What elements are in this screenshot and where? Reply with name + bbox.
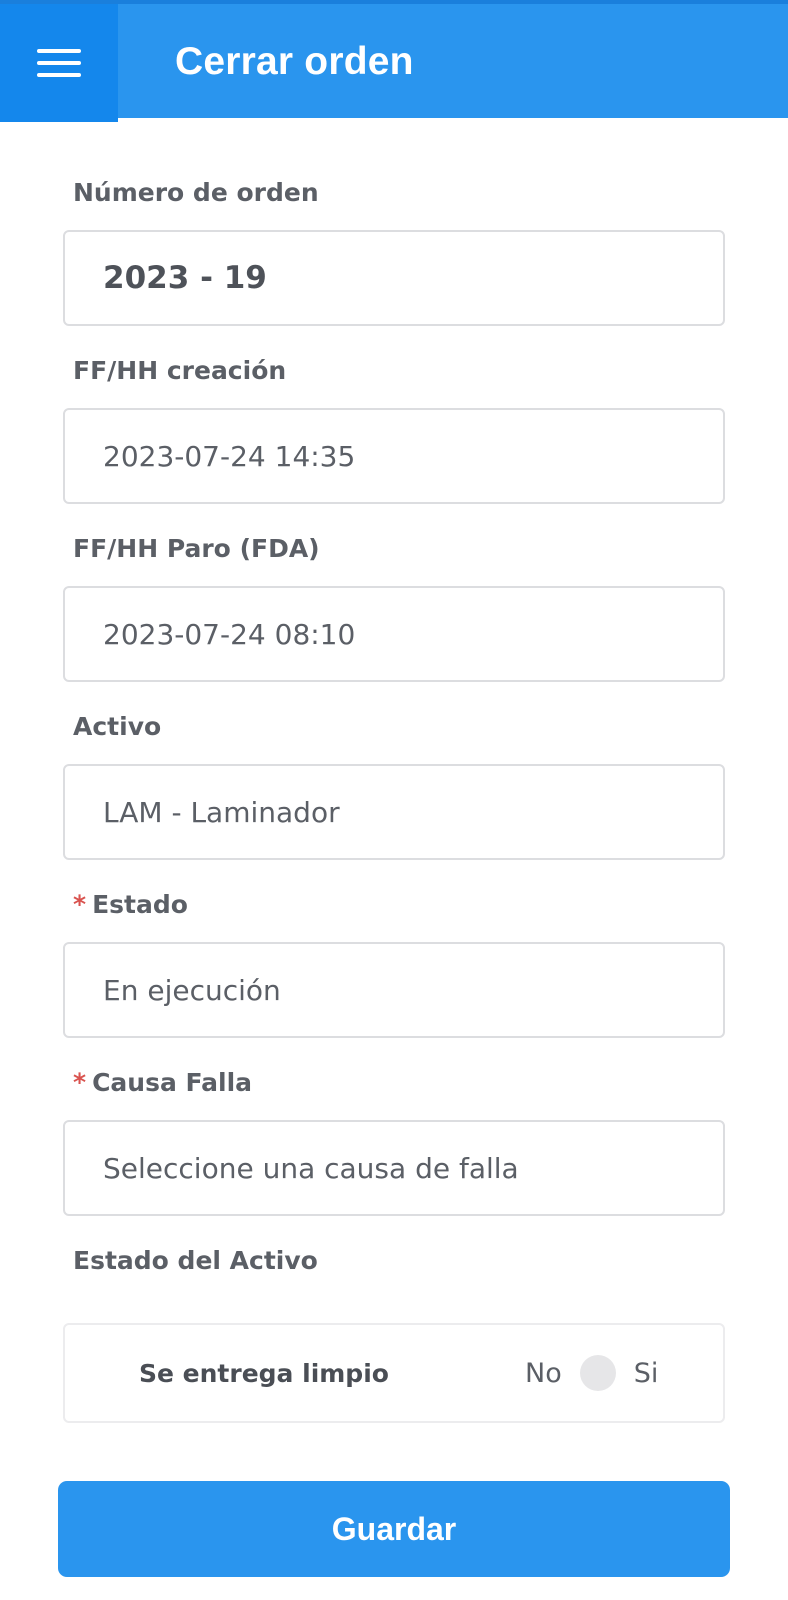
clean-delivery-card: Se entrega limpio No Si [63,1323,725,1423]
asset-label: Activo [73,712,162,741]
created-at-label: FF/HH creación [73,356,287,385]
asset-status-label: Estado del Activo [73,1246,318,1275]
page-title: Cerrar orden [175,40,414,83]
failure-cause-label: * Causa Falla [73,1068,252,1097]
order-number-label: Número de orden [73,178,319,207]
clean-delivery-toggle-group: No Si [525,1355,658,1391]
stop-at-field: 2023-07-24 08:10 [63,586,725,682]
asset-field: LAM - Laminador [63,764,725,860]
save-button[interactable]: Guardar [58,1481,730,1577]
required-mark: * [73,890,87,919]
toggle-on-label: Si [633,1357,659,1389]
status-label-text: Estado [92,890,188,919]
clean-delivery-toggle[interactable] [579,1355,616,1391]
status-select[interactable]: En ejecución [63,942,725,1038]
menu-bar [37,73,81,77]
clean-delivery-label: Se entrega limpio [139,1359,389,1388]
hamburger-menu-icon[interactable] [0,4,118,122]
toggle-off-label: No [525,1357,562,1389]
failure-cause-label-text: Causa Falla [92,1068,253,1097]
failure-cause-select[interactable]: Seleccione una causa de falla [63,1120,725,1216]
stop-at-label: FF/HH Paro (FDA) [73,534,320,563]
required-mark: * [73,1068,87,1097]
app-header: Cerrar orden [0,0,788,122]
status-label: * Estado [73,890,188,919]
menu-bar [37,49,81,53]
order-number-field: 2023 - 19 [63,230,725,326]
created-at-field: 2023-07-24 14:35 [63,408,725,504]
menu-bar [37,61,81,65]
